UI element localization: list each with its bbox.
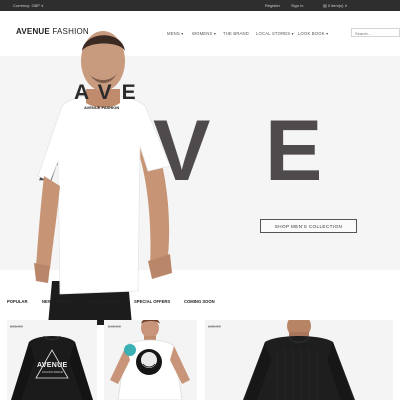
nav-look-book[interactable]: LOOK BOOK ▾ bbox=[298, 31, 328, 36]
product-tabs: POPULAR NEW ARRIVALS BEST SELLERS SPECIA… bbox=[0, 299, 400, 309]
product-print-title: AVENUE bbox=[37, 362, 68, 369]
tab-coming-soon[interactable]: COMING SOON bbox=[184, 299, 215, 304]
shirt-print: AVE AVENUE FASHION bbox=[72, 81, 142, 114]
shirt-print-letters: AVE bbox=[74, 81, 146, 104]
cart-link[interactable]: ▤ 0 item(s) ∨ bbox=[323, 3, 348, 8]
shirt-print-text: AVENUE FASHION bbox=[84, 105, 120, 110]
product-card[interactable]: £49.50 bbox=[104, 320, 197, 400]
shop-mens-collection-button[interactable]: SHOP MEN'S COLLECTION bbox=[260, 219, 357, 233]
top-bar: Currency: GBP ∨ Register Sign In ▤ 0 ite… bbox=[0, 0, 400, 11]
search-input[interactable] bbox=[351, 28, 400, 37]
register-link[interactable]: Register bbox=[265, 3, 280, 8]
sign-in-link[interactable]: Sign In bbox=[291, 3, 303, 8]
product-print-sub: FASHION BRAND bbox=[42, 371, 64, 374]
nav-the-brand[interactable]: THE BRAND bbox=[223, 31, 249, 36]
tab-popular[interactable]: POPULAR bbox=[7, 299, 27, 304]
product-image bbox=[110, 320, 190, 400]
nav-local-stores[interactable]: LOCAL STORES ▾ bbox=[256, 31, 294, 36]
tab-special-offers[interactable]: SPECIAL OFFERS bbox=[134, 299, 170, 304]
hero-model-image bbox=[34, 31, 172, 325]
tab-new-arrivals[interactable]: NEW ARRIVALS bbox=[42, 299, 74, 304]
product-card[interactable]: £89.99 AVENUE FASHION BRAND bbox=[7, 320, 97, 400]
product-image bbox=[243, 320, 355, 400]
currency-selector[interactable]: Currency: GBP ∨ bbox=[13, 3, 44, 8]
product-image bbox=[11, 335, 93, 400]
tab-best-sellers[interactable]: BEST SELLERS bbox=[89, 299, 121, 304]
hero-letter-e: E bbox=[265, 103, 323, 199]
product-card[interactable]: £89.99 bbox=[205, 320, 393, 400]
hero-banner: A V E AVE AVENUE FASHION SHOP MEN'S COLL… bbox=[0, 31, 400, 325]
